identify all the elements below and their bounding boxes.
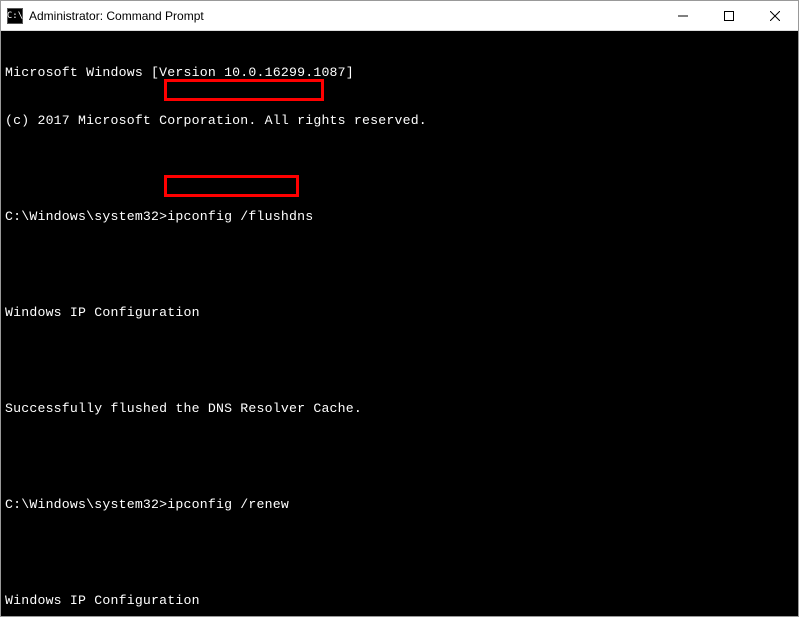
terminal-line: C:\Windows\system32>ipconfig /renew bbox=[5, 497, 794, 513]
window-title: Administrator: Command Prompt bbox=[29, 9, 660, 23]
terminal-line: Microsoft Windows [Version 10.0.16299.10… bbox=[5, 65, 794, 81]
terminal-content: Microsoft Windows [Version 10.0.16299.10… bbox=[5, 33, 794, 616]
terminal-line: Windows IP Configuration bbox=[5, 593, 794, 609]
terminal-line: C:\Windows\system32>ipconfig /flushdns bbox=[5, 209, 794, 225]
terminal-line bbox=[5, 353, 794, 369]
terminal-line bbox=[5, 161, 794, 177]
window-controls bbox=[660, 1, 798, 30]
terminal-line: Windows IP Configuration bbox=[5, 305, 794, 321]
cmd-icon: C:\ bbox=[7, 8, 23, 24]
terminal-line bbox=[5, 257, 794, 273]
terminal-line: Successfully flushed the DNS Resolver Ca… bbox=[5, 401, 794, 417]
command-prompt-window: C:\ Administrator: Command Prompt Micros… bbox=[0, 0, 799, 617]
maximize-button[interactable] bbox=[706, 1, 752, 30]
terminal-line bbox=[5, 449, 794, 465]
terminal-line bbox=[5, 545, 794, 561]
minimize-button[interactable] bbox=[660, 1, 706, 30]
titlebar[interactable]: C:\ Administrator: Command Prompt bbox=[1, 1, 798, 31]
close-button[interactable] bbox=[752, 1, 798, 30]
terminal-line: (c) 2017 Microsoft Corporation. All righ… bbox=[5, 113, 794, 129]
terminal-area[interactable]: Microsoft Windows [Version 10.0.16299.10… bbox=[1, 31, 798, 616]
